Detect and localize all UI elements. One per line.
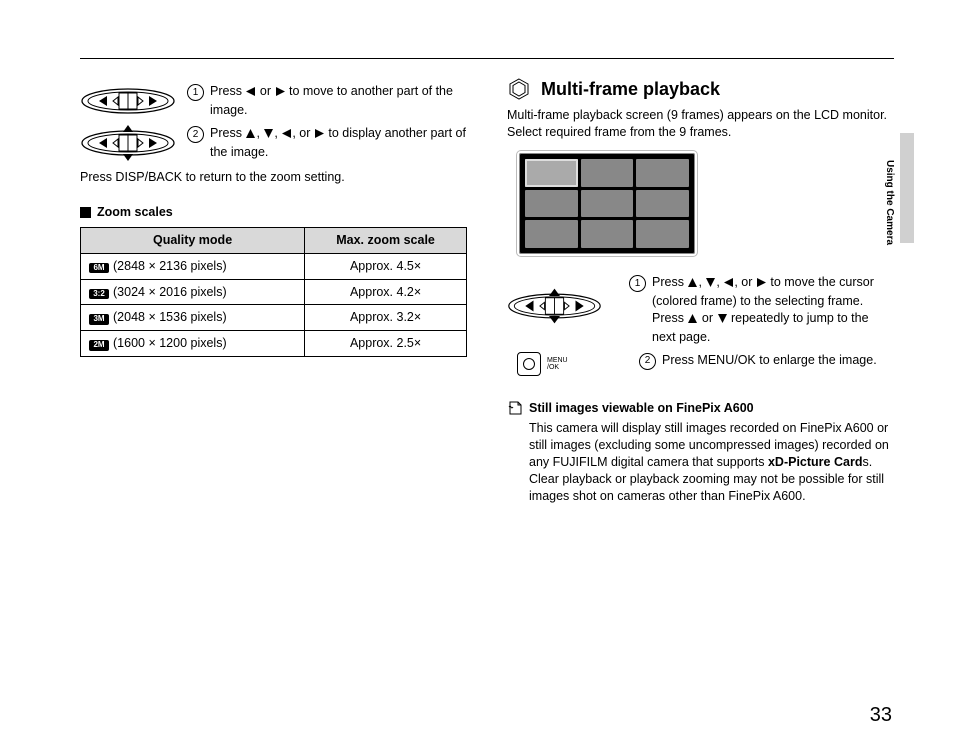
right-step-2: MENU /OK 2 Press MENU/OK to enlarge the …	[507, 352, 894, 376]
step-1-row: 1 Press or to move to another part of th…	[80, 83, 467, 119]
up-arrow-icon	[687, 312, 698, 329]
section-heading: Multi-frame playback	[541, 77, 720, 101]
left-arrow-icon	[281, 127, 292, 144]
tip-body: This camera will display still images re…	[529, 420, 894, 504]
quality-badge: 2M	[89, 340, 109, 351]
right-step-1-text: Press , , , or to move the cursor (color…	[652, 274, 894, 346]
col-quality-mode: Quality mode	[81, 227, 305, 253]
note-icon	[507, 400, 523, 416]
table-row: 3M(2048 × 1536 pixels) Approx. 3.2×	[81, 305, 467, 331]
zoom-scales-heading: Zoom scales	[80, 204, 467, 221]
left-arrow-icon	[245, 85, 256, 102]
disp-back-note: Press DISP/BACK to return to the zoom se…	[80, 169, 467, 186]
dpad-4way-icon	[80, 125, 175, 161]
table-row: 3:2(3024 × 2016 pixels) Approx. 4.2×	[81, 279, 467, 305]
quality-badge: 3:2	[89, 289, 109, 300]
step-2-row: 2 Press , , , or to display another part…	[80, 125, 467, 161]
right-arrow-icon	[756, 276, 767, 293]
step-number-1: 1	[187, 84, 204, 101]
step-1-text: Press or to move to another part of the …	[210, 83, 467, 119]
side-thumb-tab	[900, 133, 914, 243]
left-arrow-icon	[723, 276, 734, 293]
right-arrow-icon	[275, 85, 286, 102]
menu-ok-button-icon: MENU /OK	[507, 352, 627, 376]
top-rule	[80, 58, 894, 59]
multiframe-screenshot	[517, 151, 697, 256]
zoom-scale-table: Quality mode Max. zoom scale 6M(2848 × 2…	[80, 227, 467, 357]
right-arrow-icon	[314, 127, 325, 144]
dpad-lr-icon	[80, 83, 175, 119]
table-row: 2M(1600 × 1200 pixels) Approx. 2.5×	[81, 331, 467, 357]
step-2-text: Press , , , or to display another part o…	[210, 125, 467, 161]
up-arrow-icon	[687, 276, 698, 293]
left-column: 1 Press or to move to another part of th…	[80, 77, 467, 505]
down-arrow-icon	[263, 127, 274, 144]
section-label: Using the Camera	[883, 160, 897, 245]
right-step-1: 1 Press , , , or to move the cursor (col…	[507, 274, 894, 346]
right-step-2-text: Press MENU/OK to enlarge the image.	[662, 352, 877, 369]
page-number: 33	[870, 702, 892, 729]
down-arrow-icon	[705, 276, 716, 293]
manual-page: Using the Camera	[0, 0, 954, 755]
step-number-1: 1	[629, 275, 646, 292]
dpad-4way-icon	[507, 274, 617, 324]
up-arrow-icon	[245, 127, 256, 144]
quality-badge: 6M	[89, 263, 109, 274]
tip-heading: Still images viewable on FinePix A600	[507, 400, 894, 417]
right-column: Multi-frame playback Multi-frame playbac…	[507, 77, 894, 505]
square-bullet-icon	[80, 207, 91, 218]
section-intro: Multi-frame playback screen (9 frames) a…	[507, 107, 894, 141]
hex-bullet-icon	[507, 77, 531, 101]
step-number-2: 2	[639, 353, 656, 370]
col-max-zoom: Max. zoom scale	[305, 227, 467, 253]
table-row: 6M(2848 × 2136 pixels) Approx. 4.5×	[81, 253, 467, 279]
step-number-2: 2	[187, 126, 204, 143]
down-arrow-icon	[717, 312, 728, 329]
quality-badge: 3M	[89, 314, 109, 325]
